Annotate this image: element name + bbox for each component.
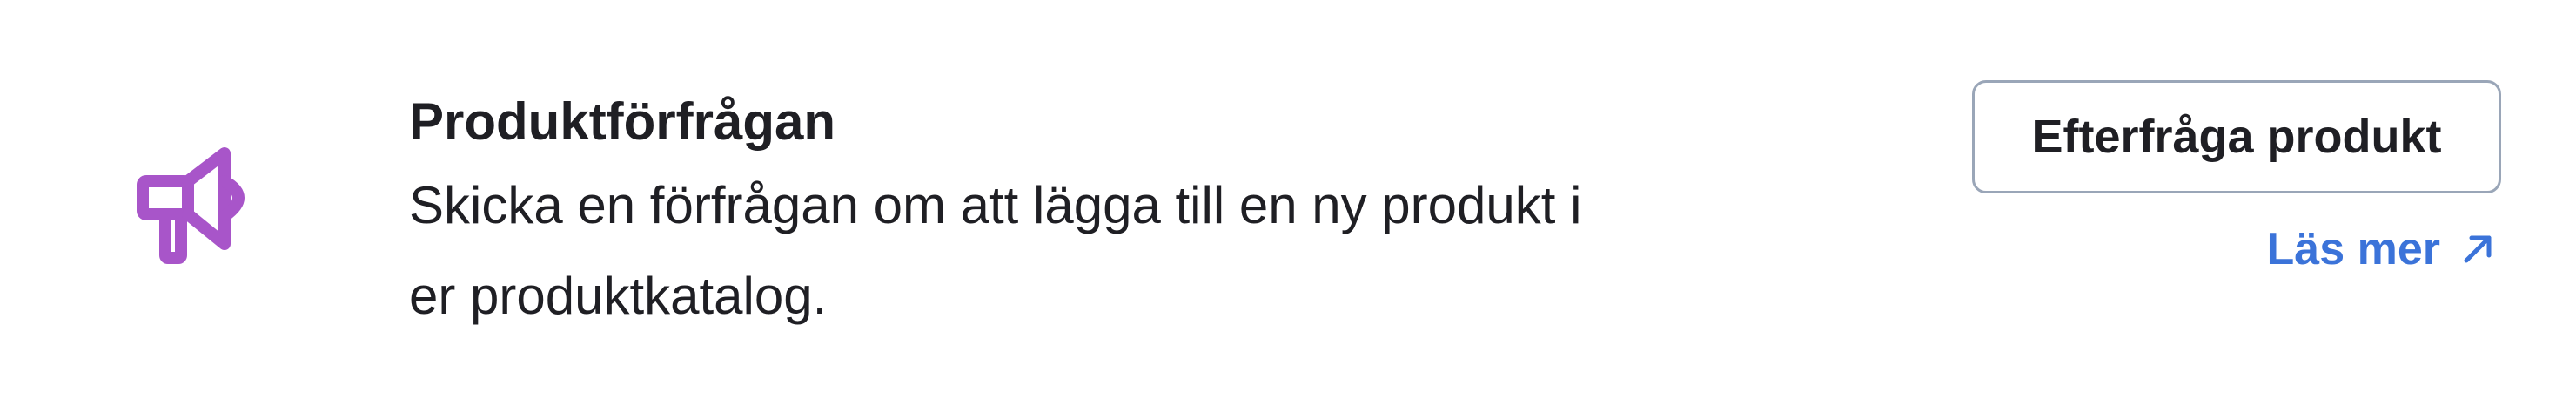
card-title: Produktförfrågan bbox=[409, 92, 836, 151]
request-product-button[interactable]: Efterfråga produkt bbox=[1972, 80, 2501, 193]
card-description: Skicka en förfrågan om att lägga till en… bbox=[409, 176, 1582, 325]
card-text: Produktförfrågan Skicka en förfrågan om … bbox=[409, 84, 1593, 342]
product-request-card: Produktförfrågan Skicka en förfrågan om … bbox=[0, 0, 2576, 413]
external-arrow-icon bbox=[2464, 235, 2492, 263]
megaphone-icon bbox=[134, 146, 270, 265]
learn-more-link[interactable]: Läs mer bbox=[2267, 223, 2494, 275]
learn-more-label: Läs mer bbox=[2266, 224, 2440, 274]
